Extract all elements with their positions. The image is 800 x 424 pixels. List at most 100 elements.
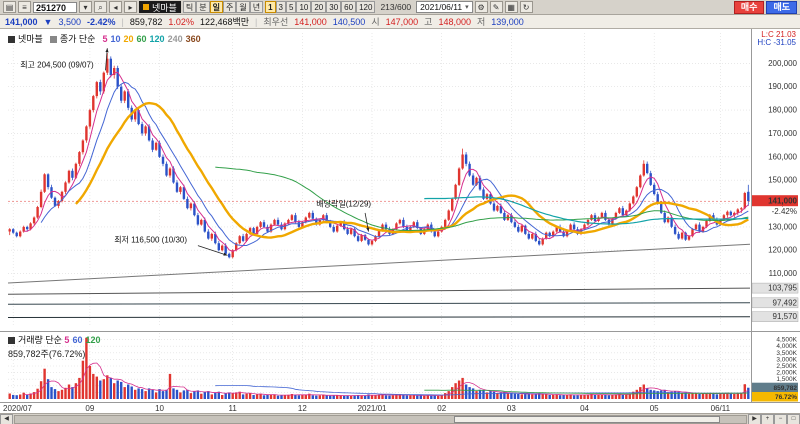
interval-30[interactable]: 30 [326, 1, 342, 13]
turnover-percent: 1.02% [168, 16, 194, 27]
x-axis-label: 02 [437, 404, 447, 413]
change-percent: -2.42% [87, 16, 116, 27]
volume-current-value: 859,782주(76.72%) [8, 349, 86, 359]
legend-vol-ma-5: 5 [64, 335, 70, 345]
low-price: 139,000 [491, 16, 524, 27]
x-axis-label: 09 [85, 404, 95, 413]
svg-text:120,000: 120,000 [768, 246, 797, 255]
grid-icon[interactable]: ▦ [504, 1, 518, 13]
scroll-right-icon[interactable]: ▶ [748, 413, 761, 424]
svg-text:859,782: 859,782 [774, 385, 798, 392]
best-quote-label: 최우선 [263, 17, 289, 27]
svg-text:4,500K: 4,500K [776, 337, 797, 344]
svg-text:-2.42%: -2.42% [772, 207, 797, 216]
svg-text:배당락일(12/29): 배당락일(12/29) [316, 199, 371, 209]
x-axis-label: 2020/07 [3, 404, 32, 413]
date-value: 2021/06/11 [420, 2, 463, 12]
svg-text:최저 116,500 (10/30): 최저 116,500 (10/30) [114, 235, 187, 245]
next-stock-button[interactable]: ▸ [124, 1, 137, 13]
stock-code-input[interactable]: 251270 [33, 1, 77, 13]
range-percent-overlay: L:C 21.03 H:C -31.05 [757, 31, 796, 47]
interval-3[interactable]: 3 [275, 1, 286, 13]
svg-text:130,000: 130,000 [768, 222, 797, 231]
svg-text:3,500K: 3,500K [776, 350, 797, 357]
scroll-left-icon[interactable]: ◀ [0, 413, 13, 424]
zoom-out-icon[interactable]: − [774, 413, 787, 424]
settings-icon[interactable]: ⚙ [474, 1, 488, 13]
menu-icon[interactable]: ▤ [3, 1, 16, 13]
x-axis-label: 03 [506, 404, 516, 413]
change-arrow-icon: ▼ [43, 16, 53, 27]
layout-icon[interactable]: ≡ [18, 1, 31, 13]
x-axis-label: 2021/01 [357, 404, 387, 413]
x-axis: 2020/07 09 10 11 12 2021/01 02 03 04 05 06/11 [0, 402, 800, 413]
x-axis-label: 05 [649, 404, 659, 413]
chart-area: 110,000120,000130,000140,000150,000160,0… [0, 29, 800, 402]
svg-text:170,000: 170,000 [768, 129, 797, 138]
period-tab-월[interactable]: 월 [236, 1, 250, 13]
svg-text:최고 204,500 (09/07): 최고 204,500 (09/07) [20, 60, 94, 70]
legend-vol-ma-60: 60 [72, 335, 83, 345]
svg-text:200,000: 200,000 [768, 59, 797, 68]
best-bid: 140,500 [332, 16, 366, 27]
draw-tool-icon[interactable]: ✎ [489, 1, 503, 13]
refresh-icon[interactable]: ↻ [519, 1, 533, 13]
volume-chart[interactable]: 500K1,000K1,500K2,000K2,500K3,000K3,500K… [0, 331, 800, 402]
legend-ma-360: 360 [185, 33, 201, 44]
interval-1[interactable]: 1 [265, 1, 276, 13]
open-price: 147,000 [385, 16, 419, 27]
price-chart-legend: 넷마블 종가 단순 5 10 20 60 120 240 360 [8, 32, 204, 45]
scrollbar-thumb[interactable] [453, 415, 721, 423]
scrollbar-track[interactable] [14, 414, 747, 424]
x-axis-label: 12 [297, 404, 307, 413]
stock-name: 넷마블 [152, 2, 177, 13]
high-label: 고 [424, 17, 433, 27]
period-tab-group: 틱분일주월년 [182, 1, 264, 13]
x-axis-label: 06/11 [710, 404, 731, 413]
period-tab-주[interactable]: 주 [222, 1, 237, 13]
svg-text:97,492: 97,492 [773, 298, 798, 307]
svg-text:4,000K: 4,000K [776, 343, 797, 350]
svg-text:2,500K: 2,500K [776, 363, 797, 370]
interval-button-group: 1 3 5 10 20 30 60 120 [265, 1, 376, 13]
expand-icon[interactable]: □ [787, 413, 800, 424]
chart-toolbar: ▤ ≡ 251270 ▾ ⌕ ◂ ▸ 넷마블 틱분일주월년 1 3 5 10 20 30 6… [0, 0, 800, 15]
main-price-chart[interactable]: 110,000120,000130,000140,000150,000160,0… [0, 29, 800, 331]
legend-vol-title: 거래량 단순 [18, 335, 62, 345]
svg-text:150,000: 150,000 [768, 176, 797, 185]
interval-10[interactable]: 10 [296, 1, 312, 13]
svg-text:103,795: 103,795 [768, 284, 797, 293]
x-axis-label: 11 [228, 404, 237, 413]
prev-stock-button[interactable]: ◂ [109, 1, 122, 13]
low-label: 저 [476, 17, 486, 27]
current-price: 141,000 [5, 16, 38, 27]
legend-price-title: 종가 단순 [49, 32, 95, 45]
interval-120[interactable]: 120 [356, 1, 376, 13]
volume-value: 859,782 [129, 16, 163, 27]
interval-20[interactable]: 20 [311, 1, 327, 13]
divider: | [255, 16, 258, 27]
stock-name-chip: 넷마블 [139, 1, 181, 13]
x-axis-label: 10 [155, 404, 164, 413]
best-ask: 141,000 [294, 16, 327, 27]
zoom-in-icon[interactable]: + [761, 413, 774, 424]
legend-vol-ma-120: 120 [85, 335, 101, 345]
period-tab-년[interactable]: 년 [249, 1, 264, 13]
period-tab-분[interactable]: 분 [196, 1, 210, 13]
date-picker[interactable]: 2021/06/11 ▾ [416, 1, 473, 13]
interval-5[interactable]: 5 [286, 1, 297, 13]
period-tab-틱[interactable]: 틱 [182, 1, 197, 13]
divider: | [121, 16, 124, 27]
legend-ma-120: 120 [149, 33, 165, 44]
interval-60[interactable]: 60 [341, 1, 357, 13]
period-tab-일[interactable]: 일 [209, 1, 223, 13]
quote-bar: 141,000 ▼ 3,500 -2.42% | 859,782 1.02% 1… [0, 15, 800, 29]
high-price: 148,000 [438, 16, 471, 27]
sell-button[interactable]: 매도 [766, 0, 797, 14]
legend-ma-5: 5 [102, 33, 108, 44]
code-dropdown-icon[interactable]: ▾ [79, 1, 92, 13]
buy-button[interactable]: 매수 [733, 0, 765, 14]
volume-chart-legend: 거래량 단순 5 60 120 859,782주(76.72%) [8, 333, 103, 360]
stock-color-icon [143, 4, 149, 10]
search-icon[interactable]: ⌕ [94, 1, 107, 13]
